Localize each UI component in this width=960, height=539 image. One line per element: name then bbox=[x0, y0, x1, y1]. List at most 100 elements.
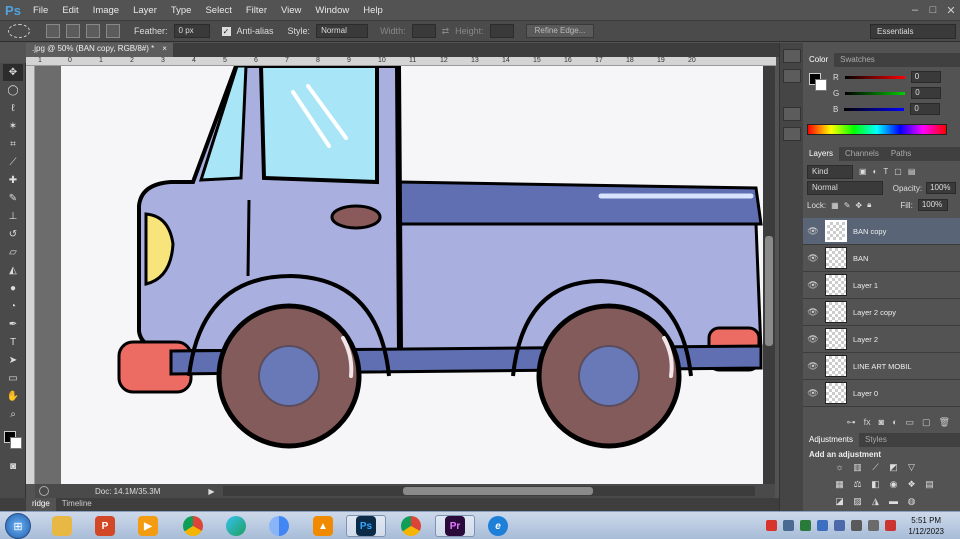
opacity-value[interactable]: 100% bbox=[926, 182, 956, 194]
taskbar-vlc[interactable]: ▲ bbox=[303, 515, 343, 537]
layer-row[interactable]: 👁︎ BAN copy bbox=[803, 218, 960, 245]
layer-row[interactable]: 👁︎ Layer 2 bbox=[803, 326, 960, 353]
visibility-eye-icon[interactable]: 👁︎ bbox=[803, 307, 823, 318]
layer-name[interactable]: BAN copy bbox=[853, 227, 886, 236]
clone-stamp-icon[interactable]: ⊥ bbox=[3, 208, 23, 225]
link-layers-icon[interactable]: ⊶ bbox=[847, 417, 856, 431]
marquee-preset-icon[interactable] bbox=[8, 24, 30, 38]
threshold-icon[interactable]: ◮ bbox=[869, 496, 882, 507]
fill-value[interactable]: 100% bbox=[917, 199, 948, 211]
history-panel-icon[interactable] bbox=[783, 49, 801, 63]
start-button[interactable]: ⊞ bbox=[5, 513, 31, 539]
quick-mask-icon[interactable]: ◙ bbox=[3, 458, 23, 475]
taskbar-premiere[interactable]: Pr bbox=[435, 515, 475, 537]
black-white-icon[interactable]: ◧ bbox=[869, 479, 882, 490]
color-balance-icon[interactable]: ⚖ bbox=[851, 479, 864, 490]
taskbar-explorer[interactable] bbox=[42, 515, 82, 537]
lock-position-icon[interactable]: ✥ bbox=[855, 201, 862, 210]
channel-mixer-icon[interactable]: ❖ bbox=[905, 479, 918, 490]
rectangle-icon[interactable]: ▭ bbox=[3, 370, 23, 387]
scroll-thumb[interactable] bbox=[765, 236, 773, 346]
layer-name[interactable]: Layer 0 bbox=[853, 389, 878, 398]
hue-saturation-icon[interactable]: ▦ bbox=[833, 479, 846, 490]
vertical-scrollbar[interactable] bbox=[763, 66, 775, 484]
lock-all-icon[interactable]: 🔒︎ bbox=[867, 200, 871, 210]
layer-name[interactable]: Layer 2 copy bbox=[853, 308, 896, 317]
menu-view[interactable]: View bbox=[274, 5, 308, 16]
menu-layer[interactable]: Layer bbox=[126, 5, 164, 16]
filter-adjust-icon[interactable]: ◐ bbox=[873, 167, 878, 176]
width-input[interactable] bbox=[411, 24, 436, 38]
visibility-eye-icon[interactable]: 👁︎ bbox=[803, 388, 823, 399]
menu-image[interactable]: Image bbox=[86, 5, 126, 16]
magic-wand-icon[interactable]: ✶ bbox=[3, 118, 23, 135]
tab-timeline[interactable]: Timeline bbox=[56, 498, 98, 511]
style-select[interactable]: Normal bbox=[316, 24, 369, 38]
blur-icon[interactable]: ● bbox=[3, 280, 23, 297]
dodge-icon[interactable]: ◔ bbox=[3, 298, 23, 315]
menu-help[interactable]: Help bbox=[356, 5, 390, 16]
swap-icon[interactable]: ⇄ bbox=[442, 26, 450, 37]
shield-tray-icon[interactable] bbox=[885, 520, 896, 531]
maximize-button[interactable]: □ bbox=[924, 4, 942, 16]
visibility-eye-icon[interactable]: 👁︎ bbox=[803, 334, 823, 345]
network-tray-icon[interactable] bbox=[783, 520, 794, 531]
red-value[interactable]: 0 bbox=[910, 71, 941, 83]
document-canvas[interactable] bbox=[61, 66, 763, 484]
filter-shape-icon[interactable]: ▢ bbox=[894, 167, 902, 176]
layer-name[interactable]: Layer 1 bbox=[853, 281, 878, 290]
tab-adjustments[interactable]: Adjustments bbox=[803, 433, 860, 447]
vibrance-icon[interactable]: ▽ bbox=[905, 462, 918, 473]
status-menu-arrow[interactable]: ▶ bbox=[208, 487, 214, 496]
menu-select[interactable]: Select bbox=[198, 5, 238, 16]
layer-row[interactable]: 👁︎ LINE ART MOBIL bbox=[803, 353, 960, 380]
fx-icon[interactable]: fx bbox=[864, 417, 871, 431]
close-tab-icon[interactable]: × bbox=[162, 44, 167, 56]
selective-color-icon[interactable]: ◍ bbox=[905, 496, 918, 507]
feather-input[interactable]: 0 px bbox=[173, 24, 210, 38]
taskbar-chrome-3[interactable] bbox=[391, 515, 431, 537]
workspace-select[interactable]: Essentials bbox=[870, 24, 956, 39]
pen-icon[interactable]: ✒ bbox=[3, 316, 23, 333]
type-icon[interactable]: T bbox=[3, 334, 23, 351]
blue-slider[interactable] bbox=[844, 107, 905, 111]
delete-layer-icon[interactable]: 🗑︎ bbox=[939, 417, 950, 431]
blend-mode-select[interactable]: Normal bbox=[807, 181, 883, 195]
levels-icon[interactable]: ▥ bbox=[851, 462, 864, 473]
zoom-icon[interactable]: ⌕ bbox=[3, 406, 23, 423]
h-scroll-thumb[interactable] bbox=[402, 487, 593, 495]
gradient-map-icon[interactable]: ▬ bbox=[887, 496, 900, 507]
taskbar-internet-explorer[interactable]: e bbox=[478, 515, 518, 537]
bluetooth-tray-icon[interactable] bbox=[834, 520, 845, 531]
exposure-icon[interactable]: ◩ bbox=[887, 462, 900, 473]
taskbar-edge[interactable] bbox=[216, 515, 256, 537]
height-input[interactable] bbox=[489, 24, 514, 38]
healing-brush-icon[interactable]: ✚ bbox=[3, 172, 23, 189]
background-color[interactable] bbox=[10, 437, 22, 449]
eraser-icon[interactable]: ▱ bbox=[3, 244, 23, 261]
subtract-selection-icon[interactable] bbox=[86, 24, 100, 38]
tab-swatches[interactable]: Swatches bbox=[834, 53, 881, 67]
menu-edit[interactable]: Edit bbox=[55, 5, 85, 16]
menu-filter[interactable]: Filter bbox=[239, 5, 274, 16]
filter-smart-icon[interactable]: ▤ bbox=[908, 167, 916, 176]
lock-paint-icon[interactable]: ✎ bbox=[844, 201, 851, 210]
color-spectrum[interactable] bbox=[807, 124, 947, 135]
system-clock[interactable]: 5:51 PM 1/12/2023 bbox=[908, 515, 944, 537]
canvas-area[interactable] bbox=[35, 66, 763, 484]
layer-row[interactable]: 👁︎ Layer 2 copy bbox=[803, 299, 960, 326]
taskbar-media-player[interactable]: ▶ bbox=[128, 515, 168, 537]
layer-row[interactable]: 👁︎ Layer 1 bbox=[803, 272, 960, 299]
menu-window[interactable]: Window bbox=[308, 5, 356, 16]
new-adjustment-icon[interactable]: ◐ bbox=[892, 417, 897, 431]
taskbar-photoshop[interactable]: Ps bbox=[346, 515, 386, 537]
red-slider[interactable] bbox=[844, 75, 905, 79]
color-swatches[interactable] bbox=[0, 427, 26, 457]
tab-mini-bridge[interactable]: ridge bbox=[26, 498, 56, 511]
tab-styles[interactable]: Styles bbox=[859, 433, 893, 447]
new-layer-icon[interactable]: ▢ bbox=[922, 417, 931, 431]
taskbar-chrome[interactable] bbox=[173, 515, 213, 537]
blue-value[interactable]: 0 bbox=[910, 103, 941, 115]
green-slider[interactable] bbox=[845, 91, 906, 95]
crop-icon[interactable]: ⌗ bbox=[3, 136, 23, 153]
